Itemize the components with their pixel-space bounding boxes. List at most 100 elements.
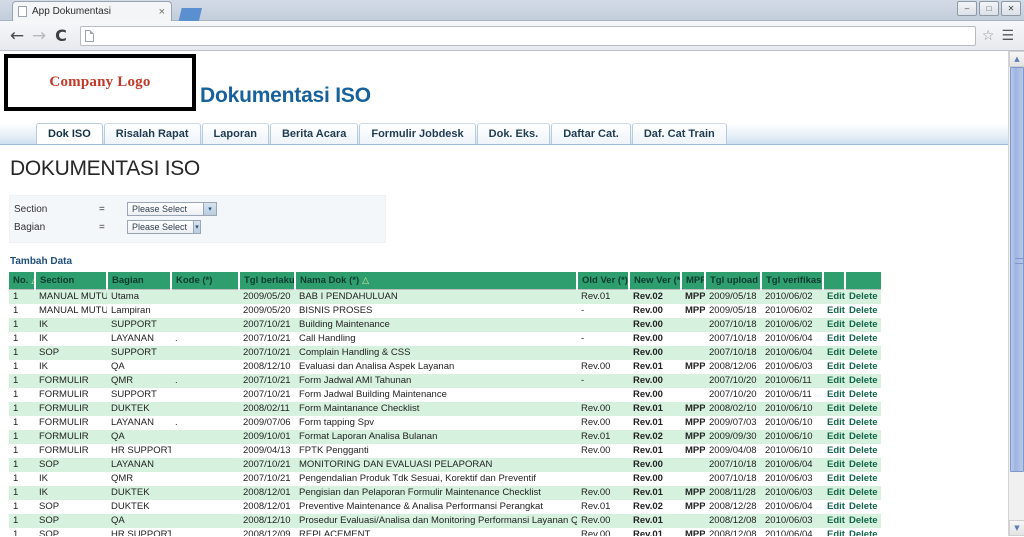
browser-tab[interactable]: App Dokumentasi ×: [12, 1, 172, 21]
delete-link[interactable]: Delete: [849, 361, 878, 372]
cell-edit[interactable]: Edit: [823, 318, 845, 332]
cell-delete[interactable]: Delete: [845, 346, 881, 360]
cell-delete[interactable]: Delete: [845, 444, 881, 458]
edit-link[interactable]: Edit: [827, 305, 845, 316]
edit-link[interactable]: Edit: [827, 529, 845, 536]
edit-link[interactable]: Edit: [827, 459, 845, 470]
col-section[interactable]: Section: [35, 272, 108, 290]
delete-link[interactable]: Delete: [849, 403, 878, 414]
bookmark-star-icon[interactable]: ☆: [982, 28, 995, 44]
cell-edit[interactable]: Edit: [823, 346, 845, 360]
delete-link[interactable]: Delete: [849, 291, 878, 302]
cell-delete[interactable]: Delete: [845, 528, 881, 536]
edit-link[interactable]: Edit: [827, 417, 845, 428]
cell-edit[interactable]: Edit: [823, 402, 845, 416]
col-nama-dok[interactable]: Nama Dok (*) △: [295, 272, 578, 290]
cell-edit[interactable]: Edit: [823, 458, 845, 472]
col-tgl-berlaku[interactable]: Tgl berlaku: [239, 272, 296, 290]
edit-link[interactable]: Edit: [827, 347, 845, 358]
cell-edit[interactable]: Edit: [823, 444, 845, 458]
delete-link[interactable]: Delete: [849, 431, 878, 442]
edit-link[interactable]: Edit: [827, 431, 845, 442]
tab-daf-cat-train[interactable]: Daf. Cat Train: [631, 123, 727, 144]
cell-delete[interactable]: Delete: [845, 430, 881, 444]
delete-link[interactable]: Delete: [849, 389, 878, 400]
cell-edit[interactable]: Edit: [823, 500, 845, 514]
cell-delete[interactable]: Delete: [845, 458, 881, 472]
cell-delete[interactable]: Delete: [845, 289, 881, 304]
cell-delete[interactable]: Delete: [845, 472, 881, 486]
cell-delete[interactable]: Delete: [845, 318, 881, 332]
menu-icon[interactable]: ☰: [997, 29, 1018, 43]
tab-formulir-jobdesk[interactable]: Formulir Jobdesk: [359, 123, 476, 144]
cell-edit[interactable]: Edit: [823, 304, 845, 318]
cell-edit[interactable]: Edit: [823, 289, 845, 304]
cell-edit[interactable]: Edit: [823, 472, 845, 486]
cell-edit[interactable]: Edit: [823, 486, 845, 500]
cell-edit[interactable]: Edit: [823, 374, 845, 388]
col-bagian[interactable]: Bagian: [107, 272, 172, 290]
forward-icon[interactable]: →: [28, 25, 50, 47]
address-bar[interactable]: [80, 25, 976, 46]
window-close-icon[interactable]: ✕: [1001, 1, 1021, 16]
scroll-down-icon[interactable]: ▼: [1009, 520, 1024, 536]
col-mpp[interactable]: MPP: [681, 272, 706, 290]
tab-dok-iso[interactable]: Dok ISO: [36, 123, 103, 144]
delete-link[interactable]: Delete: [849, 333, 878, 344]
delete-link[interactable]: Delete: [849, 445, 878, 456]
edit-link[interactable]: Edit: [827, 291, 845, 302]
edit-link[interactable]: Edit: [827, 319, 845, 330]
col-tgl-upload[interactable]: Tgl upload: [705, 272, 762, 290]
new-tab-button[interactable]: [178, 8, 202, 21]
scrollbar-thumb[interactable]: [1010, 67, 1024, 472]
delete-link[interactable]: Delete: [849, 459, 878, 470]
delete-link[interactable]: Delete: [849, 305, 878, 316]
cell-edit[interactable]: Edit: [823, 430, 845, 444]
tab-daftar-cat[interactable]: Daftar Cat.: [551, 123, 631, 144]
bagian-select[interactable]: Please Select ▾: [127, 220, 201, 234]
delete-link[interactable]: Delete: [849, 375, 878, 386]
delete-link[interactable]: Delete: [849, 473, 878, 484]
cell-edit[interactable]: Edit: [823, 528, 845, 536]
delete-link[interactable]: Delete: [849, 529, 878, 536]
close-icon[interactable]: ×: [159, 6, 165, 17]
edit-link[interactable]: Edit: [827, 361, 845, 372]
cell-edit[interactable]: Edit: [823, 332, 845, 346]
tab-dok-eks[interactable]: Dok. Eks.: [476, 123, 551, 144]
cell-edit[interactable]: Edit: [823, 360, 845, 374]
delete-link[interactable]: Delete: [849, 501, 878, 512]
cell-delete[interactable]: Delete: [845, 388, 881, 402]
tab-risalah-rapat[interactable]: Risalah Rapat: [103, 123, 201, 144]
cell-delete[interactable]: Delete: [845, 304, 881, 318]
delete-link[interactable]: Delete: [849, 417, 878, 428]
scroll-up-icon[interactable]: ▲: [1009, 51, 1024, 67]
edit-link[interactable]: Edit: [827, 501, 845, 512]
back-icon[interactable]: ←: [6, 25, 28, 47]
tab-berita-acara[interactable]: Berita Acara: [269, 123, 359, 144]
edit-link[interactable]: Edit: [827, 473, 845, 484]
cell-delete[interactable]: Delete: [845, 402, 881, 416]
delete-link[interactable]: Delete: [849, 515, 878, 526]
cell-edit[interactable]: Edit: [823, 388, 845, 402]
tambah-data-link[interactable]: Tambah Data: [10, 256, 72, 267]
cell-edit[interactable]: Edit: [823, 416, 845, 430]
col-old-ver[interactable]: Old Ver (*): [577, 272, 630, 290]
reload-icon[interactable]: C: [50, 25, 72, 47]
cell-delete[interactable]: Delete: [845, 500, 881, 514]
maximize-icon[interactable]: □: [979, 1, 999, 16]
cell-delete[interactable]: Delete: [845, 486, 881, 500]
tab-laporan[interactable]: Laporan: [201, 123, 269, 144]
edit-link[interactable]: Edit: [827, 403, 845, 414]
delete-link[interactable]: Delete: [849, 319, 878, 330]
edit-link[interactable]: Edit: [827, 487, 845, 498]
cell-delete[interactable]: Delete: [845, 514, 881, 528]
col-tgl-verifikasi[interactable]: Tgl verifikasi: [761, 272, 824, 290]
edit-link[interactable]: Edit: [827, 445, 845, 456]
edit-link[interactable]: Edit: [827, 333, 845, 344]
page-scrollbar[interactable]: ▲ ▼: [1008, 51, 1024, 536]
cell-delete[interactable]: Delete: [845, 416, 881, 430]
edit-link[interactable]: Edit: [827, 375, 845, 386]
edit-link[interactable]: Edit: [827, 389, 845, 400]
delete-link[interactable]: Delete: [849, 487, 878, 498]
delete-link[interactable]: Delete: [849, 347, 878, 358]
